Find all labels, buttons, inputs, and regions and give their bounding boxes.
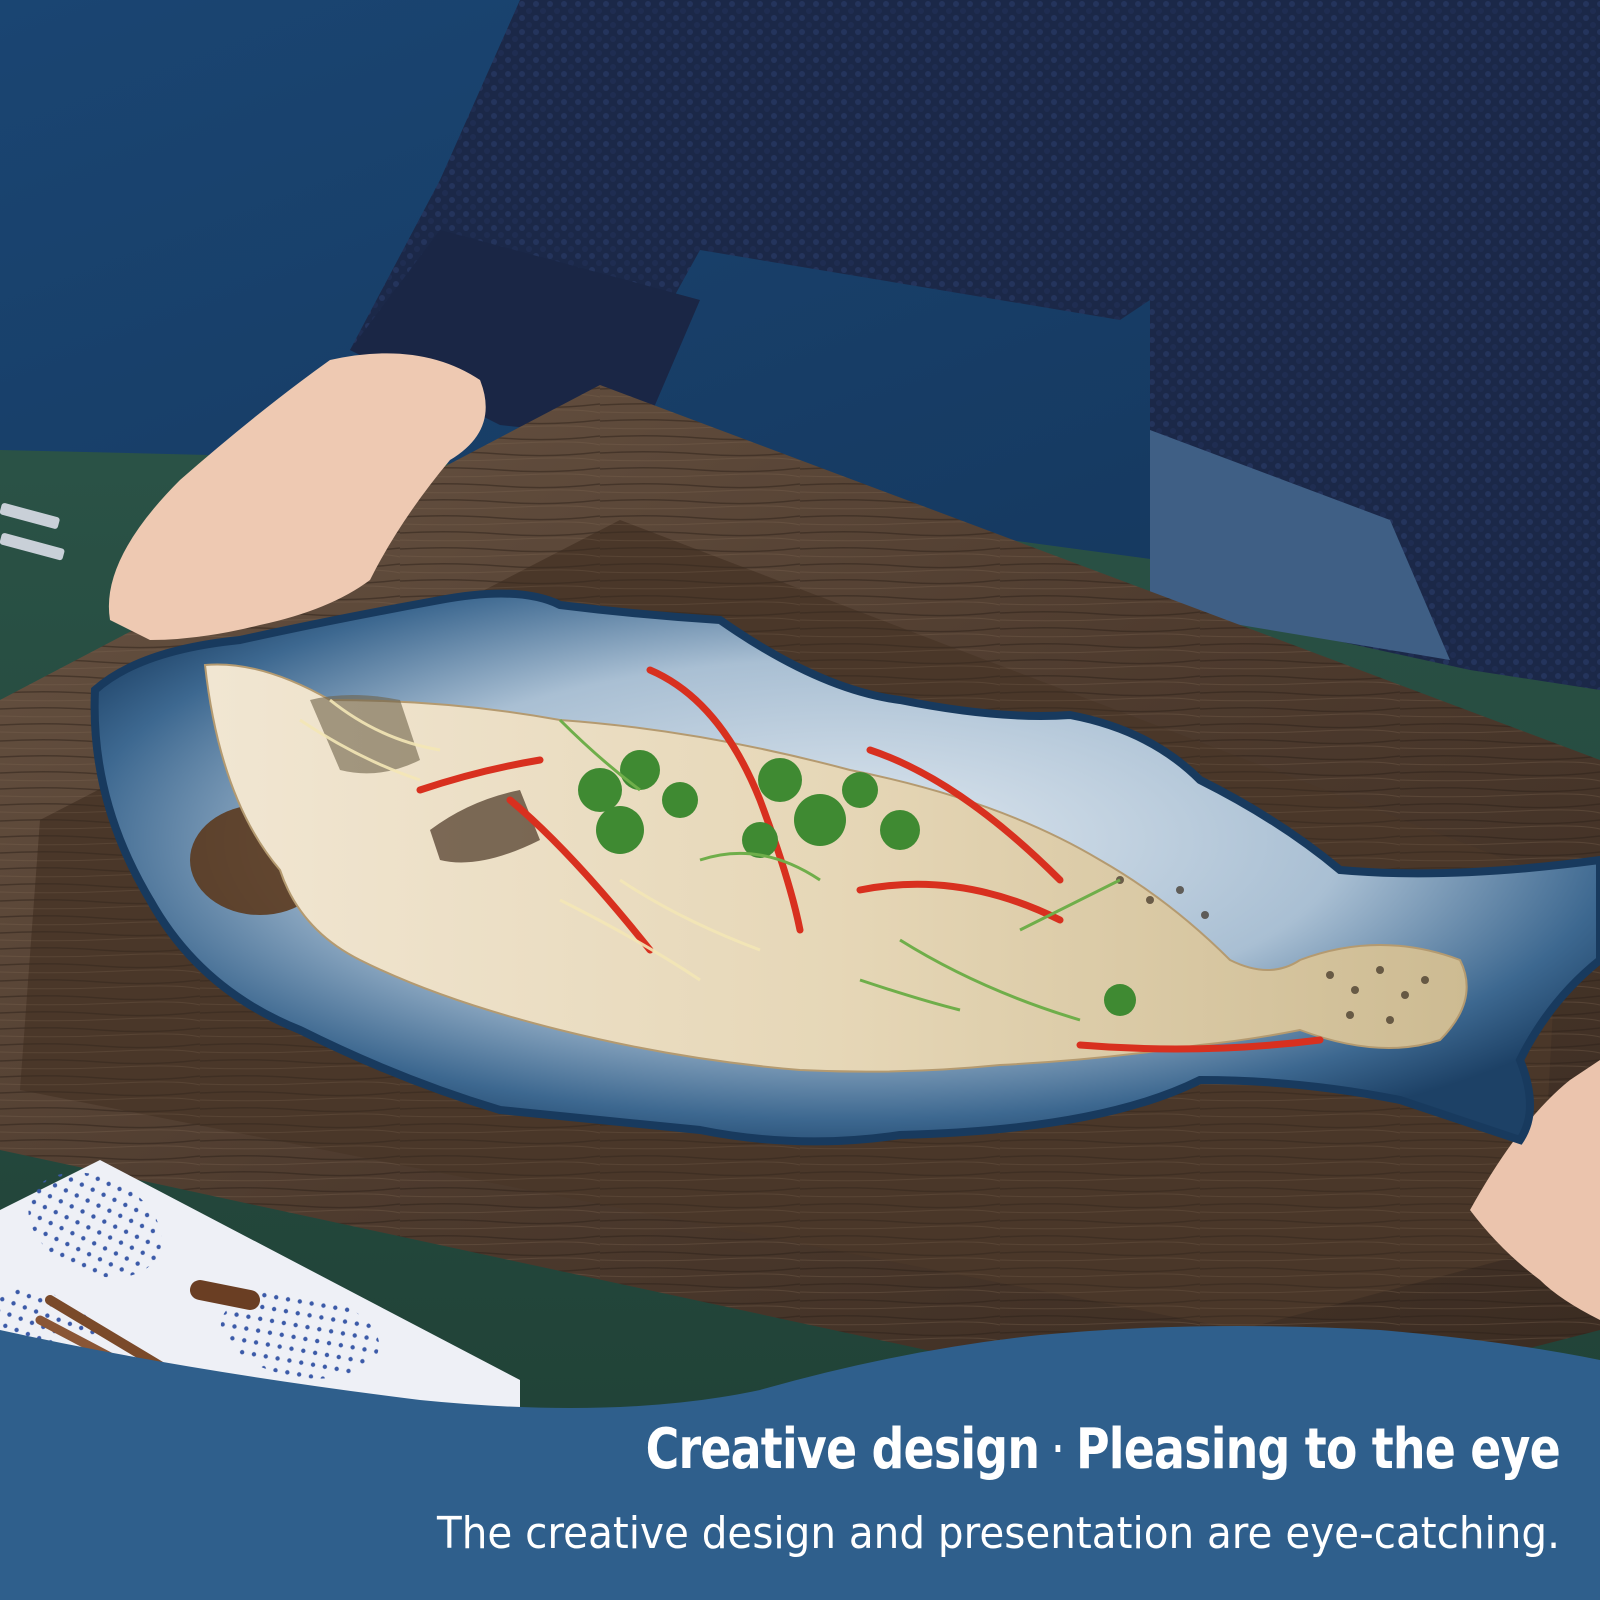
product-image: Creative design · Pleasing to the eye The … [0, 0, 1600, 1600]
headline-separator: · [1050, 1417, 1066, 1482]
headline-left: Creative design [645, 1417, 1040, 1482]
banner-caption: Creative design · Pleasing to the eye The … [60, 1417, 1561, 1560]
banner-subline: The creative design and presentation are… [436, 1508, 1561, 1559]
banner-headline: Creative design · Pleasing to the eye [330, 1417, 1561, 1482]
product-photo [0, 0, 1600, 1600]
headline-right: Pleasing to the eye [1075, 1417, 1561, 1482]
